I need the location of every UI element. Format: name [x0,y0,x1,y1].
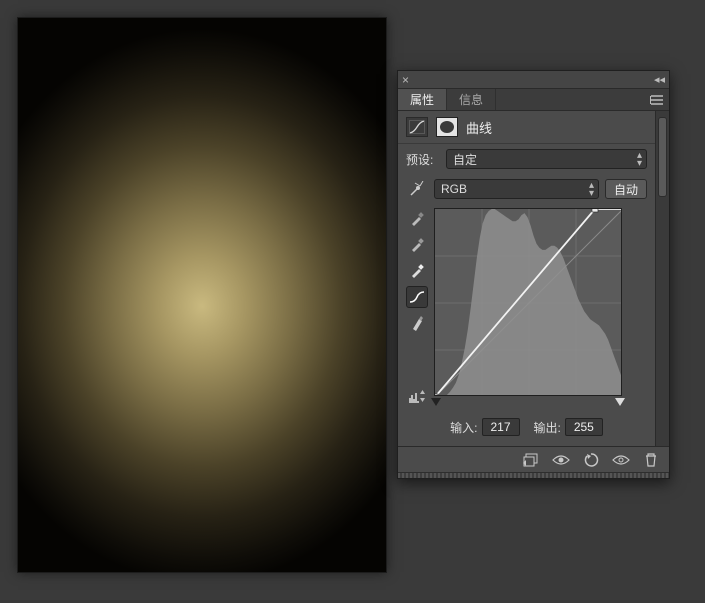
panel-scrollbar[interactable] [655,111,669,446]
panel-body: 曲线 预设: 自定 ▴▾ RGB ▴▾ 自动 [398,111,655,446]
canvas-image [18,18,386,572]
eyedropper-gray-icon[interactable] [406,234,428,256]
scrollbar-thumb[interactable] [658,117,667,197]
clip-histogram-icon[interactable] [406,386,428,408]
white-point-handle[interactable] [615,398,625,406]
auto-button[interactable]: 自动 [605,179,647,199]
preset-value: 自定 [453,151,477,168]
chevron-updown-icon: ▴▾ [637,152,642,168]
clip-to-layer-icon[interactable] [521,451,541,469]
input-range-slider[interactable] [434,398,622,408]
input-output-row: 输入: 输出: [398,412,655,446]
channel-value: RGB [441,182,467,196]
layer-mask-icon[interactable] [436,117,458,137]
channel-select[interactable]: RGB ▴▾ [434,179,599,199]
preset-select[interactable]: 自定 ▴▾ [446,149,647,169]
edit-points-icon[interactable] [406,286,428,308]
panel-resize-grip[interactable] [398,472,669,478]
on-image-adjust-icon[interactable] [406,179,428,199]
panel-tabs: 属性 信息 [398,89,669,111]
black-point-handle[interactable] [431,398,441,406]
output-label: 输出: [534,419,561,436]
panel-titlebar: × ◂◂ [398,71,669,89]
curves-svg [435,209,622,396]
tab-properties[interactable]: 属性 [398,89,447,110]
adjustment-type-label: 曲线 [466,118,492,137]
preset-row: 预设: 自定 ▴▾ [398,144,655,174]
output-value-field[interactable] [565,418,603,436]
document-canvas[interactable] [18,18,386,572]
eyedropper-black-icon[interactable] [406,208,428,230]
close-icon[interactable]: × [402,74,409,86]
reset-icon[interactable] [581,451,601,469]
adjustment-type-row: 曲线 [398,111,655,144]
input-label: 输入: [450,419,477,436]
collapse-icon[interactable]: ◂◂ [654,73,665,86]
chevron-updown-icon: ▴▾ [589,182,594,198]
tab-info[interactable]: 信息 [447,89,496,110]
curves-adjustment-icon[interactable] [406,117,428,137]
properties-panel: × ◂◂ 属性 信息 曲线 预设: 自定 ▴▾ [397,70,670,479]
panel-menu-icon[interactable] [645,89,669,110]
delete-icon[interactable] [641,451,661,469]
toggle-visibility-icon[interactable] [551,451,571,469]
eyedropper-white-icon[interactable] [406,260,428,282]
visibility-eye-icon[interactable] [611,451,631,469]
draw-curve-icon[interactable] [406,312,428,334]
curve-tool-column [406,208,428,408]
channel-row: RGB ▴▾ 自动 [398,174,655,204]
input-value-field[interactable] [482,418,520,436]
panel-footer [398,446,669,472]
preset-label: 预设: [406,151,440,168]
curves-graph[interactable] [434,208,622,396]
